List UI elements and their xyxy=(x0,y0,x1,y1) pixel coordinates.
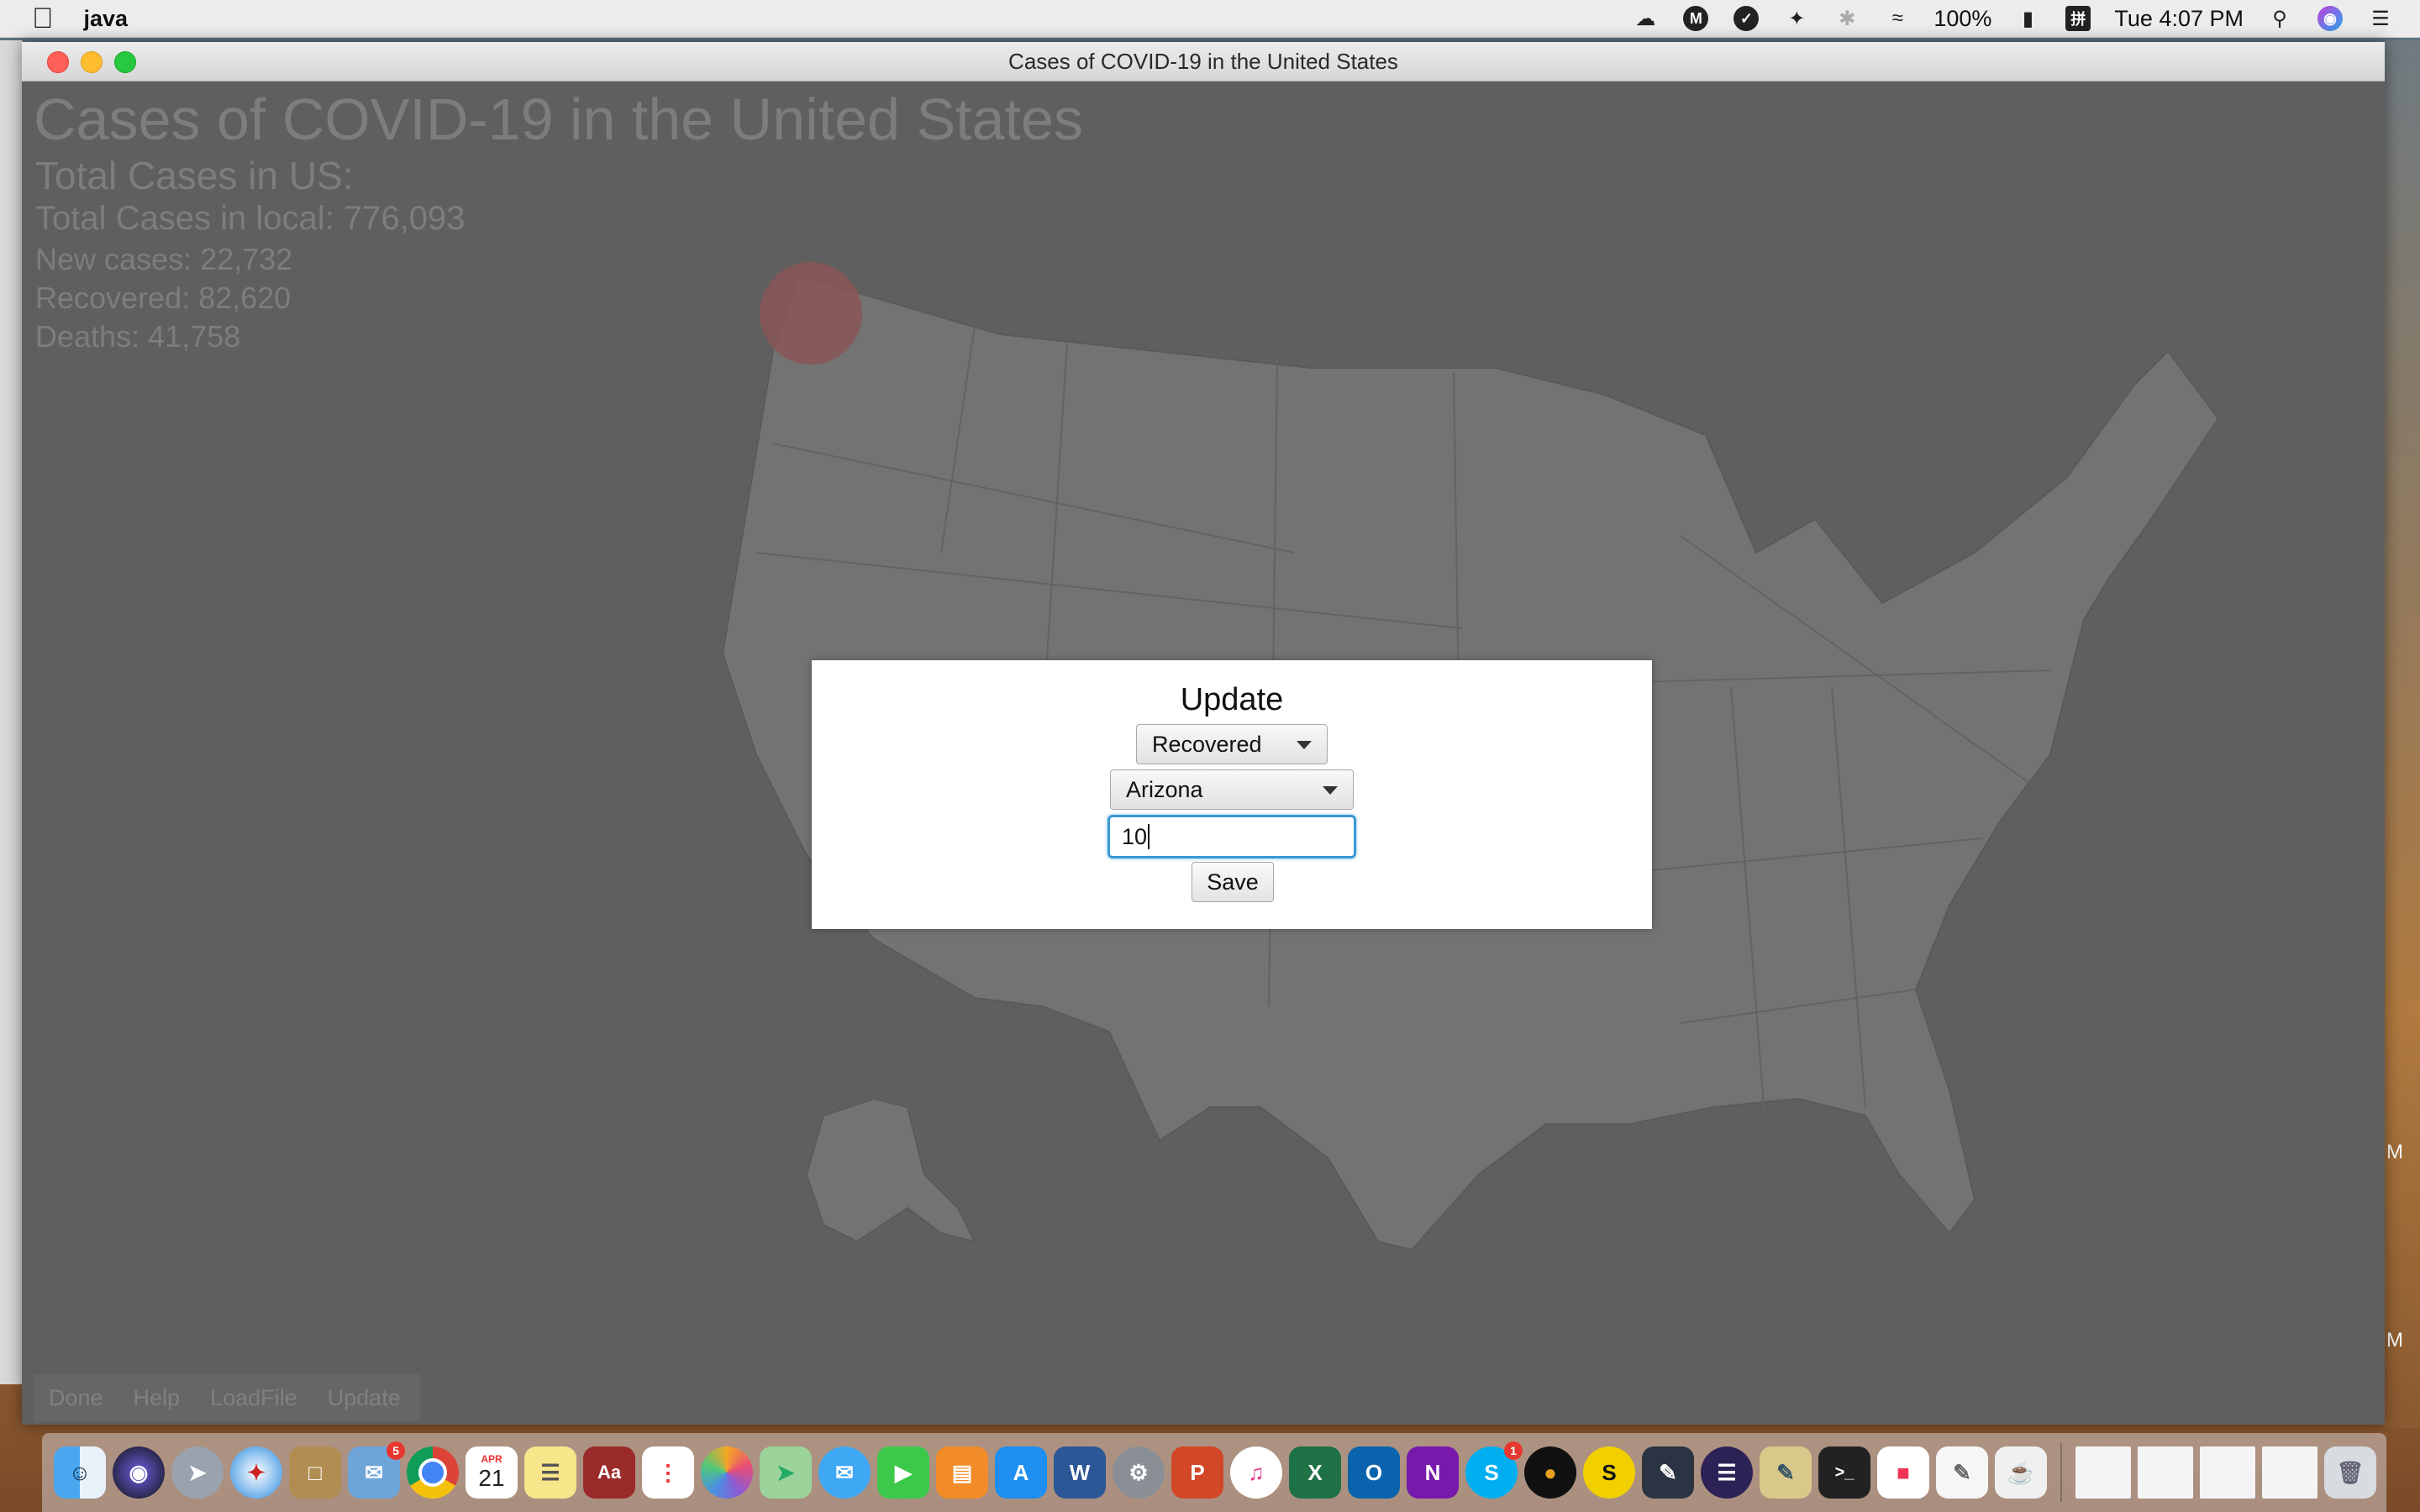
app-menu-name[interactable]: java xyxy=(84,6,129,32)
mail-icon[interactable]: ✉ 5 xyxy=(348,1441,405,1499)
outlook-icon[interactable]: O xyxy=(1348,1446,1400,1499)
field-dropdown-value: Recovered xyxy=(1152,731,1262,757)
window-title: Cases of COVID-19 in the United States xyxy=(1008,48,1398,74)
spotlight-search-icon[interactable]: ⚲ xyxy=(2265,4,2294,33)
done-button[interactable]: Done xyxy=(34,1374,118,1421)
python-launcher-icon[interactable]: ✎ xyxy=(1760,1446,1812,1499)
word-icon[interactable]: W xyxy=(1054,1446,1106,1499)
save-button[interactable]: Save xyxy=(1192,862,1274,902)
bluetooth-icon[interactable]: ✱ xyxy=(1833,4,1861,33)
minimized-window-1[interactable] xyxy=(2075,1446,2131,1499)
onenote-icon[interactable]: N xyxy=(1407,1446,1459,1499)
trash-icon[interactable]: 🗑 xyxy=(2324,1446,2376,1499)
minimized-window-2[interactable] xyxy=(2138,1446,2193,1499)
s-app-icon[interactable]: S xyxy=(1583,1446,1635,1499)
window-titlebar[interactable]: Cases of COVID-19 in the United States xyxy=(22,42,2385,81)
alaska-shape xyxy=(805,1097,976,1243)
dictionary-icon[interactable]: Aa xyxy=(583,1446,635,1499)
chevron-down-icon xyxy=(1323,786,1338,795)
xcode-icon[interactable]: ✎ xyxy=(1642,1446,1694,1499)
messages-icon[interactable]: ✉ xyxy=(818,1446,871,1499)
app-store-icon[interactable]: A xyxy=(995,1446,1047,1499)
anaconda-icon[interactable]: ● xyxy=(1524,1446,1576,1499)
siri-icon[interactable]: ◉ xyxy=(2316,4,2344,33)
dock: ☺ ◉ ➤ ✦ □ ✉ 5 APR 21 ☰ Aa ⋮ ➤ ✉ ▶ ▤ A W ⚙… xyxy=(42,1433,2386,1512)
siri-dock-icon[interactable]: ◉ xyxy=(113,1446,165,1499)
bottom-toolbar: Done Help LoadFile Update xyxy=(34,1374,420,1421)
maps-icon[interactable]: ➤ xyxy=(760,1446,812,1499)
finder-icon[interactable]: ☺ xyxy=(54,1446,106,1499)
maximize-window-button[interactable] xyxy=(114,51,136,73)
help-button[interactable]: Help xyxy=(118,1374,196,1421)
calendar-month: APR xyxy=(481,1453,502,1465)
close-window-button[interactable] xyxy=(47,51,69,73)
chrome-icon[interactable] xyxy=(407,1446,459,1499)
update-dialog: Update Recovered Arizona 10 Save xyxy=(812,660,1652,929)
java-icon[interactable]: ☕ xyxy=(1995,1446,2047,1499)
safari-icon[interactable]: ✦ xyxy=(230,1446,282,1499)
launchpad-icon[interactable]: ➤ xyxy=(171,1446,224,1499)
minimized-window-3[interactable] xyxy=(2200,1446,2255,1499)
terminal-icon[interactable]: >_ xyxy=(1818,1446,1870,1499)
office-icon[interactable]: ■ xyxy=(1877,1446,1929,1499)
stickies-icon[interactable]: ☰ xyxy=(524,1446,576,1499)
reminders-icon[interactable]: ⋮ xyxy=(642,1446,694,1499)
value-input[interactable]: 10 xyxy=(1107,815,1356,858)
recovered-count: Recovered: 82,620 xyxy=(35,281,292,315)
desktop-edge-label: M xyxy=(2386,1141,2403,1163)
input-source-icon[interactable]: 拼 xyxy=(2064,4,2092,33)
value-input-text: 10 xyxy=(1122,823,1148,849)
total-cases-local: Total Cases in local: 776,093 xyxy=(35,200,466,237)
state-dropdown[interactable]: Arizona xyxy=(1110,769,1354,810)
deaths-count: Deaths: 41,758 xyxy=(35,319,241,354)
tool-app-icon[interactable]: ✦ xyxy=(1782,4,1811,33)
mail-badge: 5 xyxy=(387,1441,405,1460)
minimized-window-4[interactable] xyxy=(2262,1446,2317,1499)
field-dropdown[interactable]: Recovered xyxy=(1136,724,1328,764)
photos-icon[interactable] xyxy=(701,1446,753,1499)
dialog-title: Update xyxy=(1180,682,1284,717)
notification-center-icon[interactable]: ☰ xyxy=(2366,4,2395,33)
skype-icon[interactable]: S1 xyxy=(1465,1441,1523,1499)
minimize-window-button[interactable] xyxy=(81,51,103,73)
facetime-icon[interactable]: ▶ xyxy=(877,1446,929,1499)
books-icon[interactable]: ▤ xyxy=(936,1446,988,1499)
excel-icon[interactable]: X xyxy=(1289,1446,1341,1499)
background-window-edge xyxy=(0,40,23,1384)
calendar-icon[interactable]: APR 21 xyxy=(466,1446,518,1499)
page-title: Cases of COVID-19 in the United States xyxy=(34,87,1083,152)
powerpoint-icon[interactable]: P xyxy=(1171,1446,1223,1499)
total-cases-us: Total Cases in US: xyxy=(35,154,354,197)
battery-icon[interactable]: ▮ xyxy=(2013,4,2042,33)
desktop-edge-label: M xyxy=(2386,1329,2403,1352)
malwarebytes-icon[interactable]: M xyxy=(1681,4,1710,33)
location-marker-icon[interactable] xyxy=(760,262,862,365)
itunes-icon[interactable]: ♫ xyxy=(1230,1446,1282,1499)
battery-percentage[interactable]: 100% xyxy=(1933,6,1991,32)
text-cursor xyxy=(1148,824,1150,849)
apple-menu-icon[interactable]:  xyxy=(32,4,54,33)
system-preferences-icon[interactable]: ⚙ xyxy=(1113,1446,1165,1499)
update-button[interactable]: Update xyxy=(313,1374,416,1421)
calendar-day: 21 xyxy=(478,1465,505,1491)
desktop-edge xyxy=(2385,40,2420,1428)
new-cases: New cases: 22,732 xyxy=(35,242,293,276)
skype-badge: 1 xyxy=(1504,1441,1523,1460)
checkmark-app-icon[interactable]: ✓ xyxy=(1732,4,1760,33)
chevron-down-icon xyxy=(1297,741,1312,749)
eclipse-icon[interactable]: ☰ xyxy=(1701,1446,1753,1499)
textedit-icon[interactable]: ✎ xyxy=(1936,1446,1988,1499)
wifi-icon[interactable]: ≈ xyxy=(1883,4,1912,33)
load-file-button[interactable]: LoadFile xyxy=(195,1374,313,1421)
dock-separator xyxy=(2060,1443,2062,1502)
menubar-clock[interactable]: Tue 4:07 PM xyxy=(2114,6,2244,32)
state-dropdown-value: Arizona xyxy=(1126,776,1203,802)
app-window: Cases of COVID-19 in the United States C… xyxy=(22,42,2385,1425)
notes-scan-icon[interactable]: □ xyxy=(289,1446,341,1499)
menu-bar:  java ☁ M ✓ ✦ ✱ ≈ 100% ▮ 拼 Tue 4:07 PM … xyxy=(0,0,2420,38)
creative-cloud-icon[interactable]: ☁ xyxy=(1631,4,1660,33)
